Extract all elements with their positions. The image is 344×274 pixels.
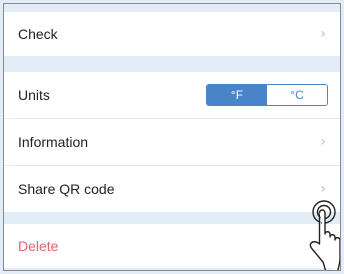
check-row[interactable]: Check › (4, 12, 340, 56)
chevron-right-icon: › (320, 181, 326, 197)
check-label: Check (18, 26, 58, 42)
share-qr-code-label: Share QR code (18, 181, 115, 197)
settings-screen: Check › Units °F °C Information › Share … (3, 3, 341, 271)
celsius-option[interactable]: °C (267, 85, 327, 105)
chevron-right-icon: › (320, 134, 326, 150)
information-row[interactable]: Information › (4, 119, 340, 165)
units-segmented-control[interactable]: °F °C (206, 84, 328, 106)
units-row: Units °F °C (4, 72, 340, 118)
delete-row[interactable]: Delete (4, 224, 340, 268)
hand-pointer-icon (309, 200, 340, 270)
share-qr-code-row[interactable]: Share QR code › (4, 166, 340, 212)
units-label: Units (18, 87, 50, 103)
chevron-right-icon: › (320, 26, 326, 42)
fahrenheit-option[interactable]: °F (207, 85, 267, 105)
information-label: Information (18, 134, 89, 150)
delete-label: Delete (18, 238, 59, 254)
